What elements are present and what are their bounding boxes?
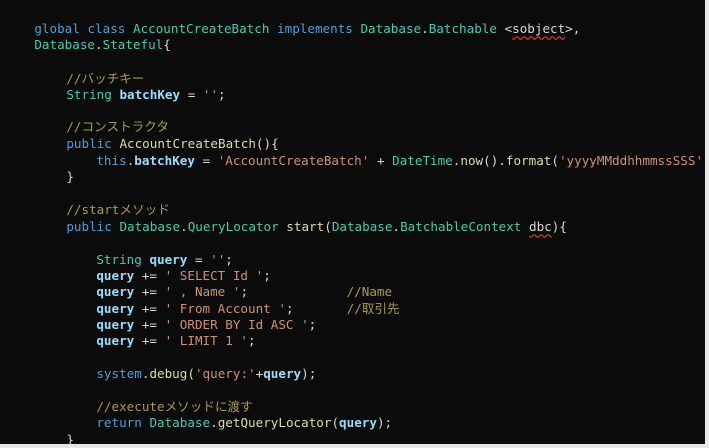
code-line: global class AccountCreateBatch implemen… — [34, 21, 581, 36]
code-line: query += ' From Account '; //取引先 — [96, 301, 400, 316]
code-line: Database.Stateful{ — [34, 37, 171, 52]
code-line: this.batchKey = 'AccountCreateBatch' + D… — [96, 153, 705, 168]
code-line: query += ' SELECT Id '; — [96, 268, 271, 283]
code-line: return Database.getQueryLocator(query); — [96, 415, 393, 430]
code-editor[interactable]: global class AccountCreateBatch implemen… — [0, 0, 709, 448]
code-line: String query = ''; — [96, 252, 233, 267]
code-line: String batchKey = ''; — [66, 87, 226, 102]
code-line: //executeメソッドに渡す — [96, 399, 253, 414]
code-line: //バッチキー — [66, 71, 145, 86]
code-line: } — [66, 169, 74, 184]
code-line: //コンストラクタ — [66, 119, 169, 134]
code-line: public Database.QueryLocator start(Datab… — [66, 219, 567, 234]
code-line: //startメソッド — [66, 202, 170, 217]
code-line: query += ' , Name '; //Name — [96, 284, 393, 299]
code-line: public AccountCreateBatch(){ — [66, 136, 279, 151]
code-line: query += ' ORDER BY Id ASC '; — [96, 317, 317, 332]
code-line: } — [66, 432, 74, 447]
code-line: query += ' LIMIT 1 '; — [96, 333, 256, 348]
code-line: system.debug('query:'+query); — [96, 366, 317, 381]
